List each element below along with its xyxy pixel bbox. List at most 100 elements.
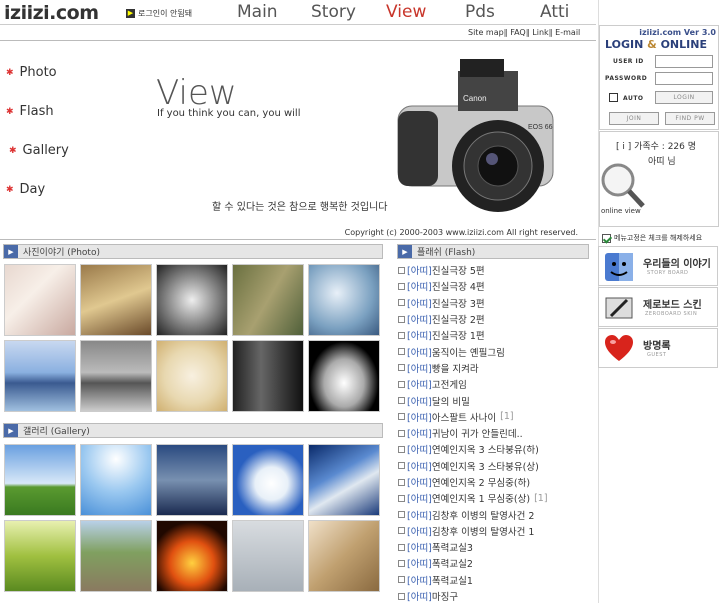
heart-icon <box>605 335 633 361</box>
photo-thumb[interactable] <box>232 340 304 412</box>
photo-thumb[interactable] <box>308 264 380 336</box>
flash-item-title[interactable]: 빵을 지켜라 <box>432 361 479 375</box>
flash-item-title[interactable]: 진실극장 1편 <box>432 328 485 342</box>
flash-item-title[interactable]: 연예인지옥 1 무심중(상) <box>432 491 530 505</box>
bullet-icon <box>398 527 405 535</box>
join-button[interactable]: JOIN <box>609 112 659 125</box>
gallery-thumb[interactable] <box>232 520 304 592</box>
flash-list-item[interactable]: [아띠] 연예인지옥 2 무심중(하) <box>398 474 588 490</box>
nav-main[interactable]: Main <box>237 2 278 22</box>
flash-item-title[interactable]: 달의 비밀 <box>432 394 470 408</box>
flash-item-title[interactable]: 연예인지옥 2 무심중(하) <box>432 475 530 489</box>
gallery-thumb[interactable] <box>308 444 380 516</box>
user-id-input[interactable] <box>655 55 713 68</box>
photo-thumb[interactable] <box>308 340 380 412</box>
flash-list-item[interactable]: [아띠] 진실극장 5편 <box>398 262 588 278</box>
section-flash-header[interactable]: ▶ 플래쉬 (Flash) <box>397 244 589 259</box>
menu-fix-toggle[interactable]: 메뉴고정은 체크를 해제하세요 <box>602 233 702 243</box>
flash-item-tag: [아띠] <box>407 592 432 604</box>
menu-photo[interactable]: ✱ Photo <box>6 65 57 80</box>
section-gallery-header[interactable]: ▶ 갤러리 (Gallery) <box>3 423 383 438</box>
nav-pds[interactable]: Pds <box>465 2 495 22</box>
arrow-icon: ▶ <box>4 245 18 258</box>
password-input[interactable] <box>655 72 713 85</box>
bullet-icon <box>398 429 405 437</box>
section-photo-header[interactable]: ▶ 사진이야기 (Photo) <box>3 244 383 259</box>
gallery-thumb[interactable] <box>156 520 228 592</box>
flash-item-title[interactable]: 진실극장 4편 <box>432 279 485 293</box>
photo-thumb[interactable] <box>80 264 152 336</box>
photo-thumb[interactable] <box>4 264 76 336</box>
gallery-thumb[interactable] <box>80 444 152 516</box>
gallery-thumb[interactable] <box>4 520 76 592</box>
flash-item-title[interactable]: 아스팔트 사나이 <box>432 410 496 424</box>
gallery-thumb[interactable] <box>156 444 228 516</box>
photo-thumb[interactable] <box>232 264 304 336</box>
photo-thumb[interactable] <box>80 340 152 412</box>
gallery-thumb[interactable] <box>80 520 152 592</box>
nav-view[interactable]: View <box>386 2 426 22</box>
flash-item-title[interactable]: 진실극장 2편 <box>432 312 485 326</box>
flash-item-tag: [아띠] <box>407 543 432 555</box>
flash-list-item[interactable]: [아띠] 아스팔트 사나이 [1] <box>398 409 588 425</box>
hero-banner: ✱ Photo ✱ Flash ✱ Gallery ✱ Day View If you … <box>0 40 596 240</box>
sub-links[interactable]: Site map∥ FAQ∥ Link∥ E-mail <box>468 28 580 37</box>
bullet-icon <box>398 380 405 388</box>
check-icon[interactable] <box>602 233 611 243</box>
flash-item-title[interactable]: 마징구 <box>432 589 458 603</box>
flash-list-item[interactable]: [아띠] 진실극장 1편 <box>398 327 588 343</box>
story-board-link[interactable]: 우리들의 이야기 STORY BOARD <box>598 246 718 286</box>
flash-item-title[interactable]: 진실극장 5편 <box>432 263 485 277</box>
flash-list-item[interactable]: [아띠] 빵을 지켜라 <box>398 360 588 376</box>
flash-item-tag: [아띠] <box>407 526 432 538</box>
flash-list-item[interactable]: [아띠] 진실극장 4편 <box>398 278 588 294</box>
menu-flash[interactable]: ✱ Flash <box>6 104 54 119</box>
menu-day[interactable]: ✱ Day <box>6 182 45 197</box>
flash-list-item[interactable]: [아띠] 움직이는 옌필그림 <box>398 343 588 359</box>
flash-list-item[interactable]: [아띠] 마징구 <box>398 588 588 604</box>
flash-list-item[interactable]: [아띠] 폭력교실1 <box>398 572 588 588</box>
flash-item-title[interactable]: 폭력교실1 <box>432 573 473 587</box>
flash-item-tag: [아띠] <box>407 429 432 441</box>
nav-atti[interactable]: Atti <box>540 2 569 22</box>
gallery-thumb[interactable] <box>308 520 380 592</box>
flash-list-item[interactable]: [아띠] 연예인지옥 1 무심중(상) [1] <box>398 490 588 506</box>
auto-login-checkbox[interactable] <box>609 93 618 102</box>
flash-item-tag: [아띠] <box>407 380 432 392</box>
online-view-label[interactable]: online view <box>601 207 641 215</box>
menu-gallery[interactable]: ✱ Gallery <box>9 143 69 158</box>
nav-story[interactable]: Story <box>311 2 356 22</box>
flash-item-title[interactable]: 김창후 이병의 탈영사건 1 <box>432 524 535 538</box>
gallery-thumb[interactable] <box>4 444 76 516</box>
flash-item-title[interactable]: 진실극장 3편 <box>432 296 485 310</box>
flash-list-item[interactable]: [아띠] 고전게임 <box>398 376 588 392</box>
guestbook-link[interactable]: 방명록 GUEST <box>598 328 718 368</box>
flash-list-item[interactable]: [아띠] 김창후 이병의 탈영사건 1 <box>398 523 588 539</box>
zeroboard-skin-link[interactable]: 제로보드 스킨 ZEROBOARD SKIN <box>598 287 718 327</box>
flash-list-item[interactable]: [아띠] 김창후 이병의 탈영사건 2 <box>398 506 588 522</box>
flash-item-title[interactable]: 움직이는 옌필그림 <box>432 345 505 359</box>
photo-thumb[interactable] <box>156 340 228 412</box>
photo-thumb[interactable] <box>156 264 228 336</box>
flash-item-title[interactable]: 귀남이 귀가 안들린데.. <box>432 426 523 440</box>
find-pw-button[interactable]: FIND PW <box>665 112 715 125</box>
flash-list-item[interactable]: [아띠] 진실극장 2편 <box>398 311 588 327</box>
flash-list-item[interactable]: [아띠] 진실극장 3편 <box>398 295 588 311</box>
flash-item-title[interactable]: 폭력교실3 <box>432 540 473 554</box>
flash-item-title[interactable]: 김창후 이병의 탈영사건 2 <box>432 508 535 522</box>
gallery-thumb[interactable] <box>232 444 304 516</box>
page-subtitle: If you think you can, you will <box>157 108 301 119</box>
flash-list-item[interactable]: [아띠] 귀남이 귀가 안들린데.. <box>398 425 588 441</box>
flash-list-item[interactable]: [아띠] 폭력교실2 <box>398 555 588 571</box>
login-button[interactable]: LOGIN <box>655 91 713 104</box>
flash-list-item[interactable]: [아띠] 연예인지옥 3 스타붕유(상) <box>398 458 588 474</box>
flash-list-item[interactable]: [아띠] 폭력교실3 <box>398 539 588 555</box>
flash-item-title[interactable]: 연예인지옥 3 스타붕유(하) <box>432 442 539 456</box>
flash-list-item[interactable]: [아띠] 연예인지옥 3 스타붕유(하) <box>398 441 588 457</box>
flash-list-item[interactable]: [아띠] 달의 비밀 <box>398 392 588 408</box>
flash-item-title[interactable]: 고전게임 <box>432 377 467 391</box>
photo-thumb[interactable] <box>4 340 76 412</box>
flash-item-title[interactable]: 연예인지옥 3 스타붕유(상) <box>432 459 539 473</box>
flash-item-title[interactable]: 폭력교실2 <box>432 556 473 570</box>
site-logo[interactable]: iziizi.com <box>4 2 99 24</box>
